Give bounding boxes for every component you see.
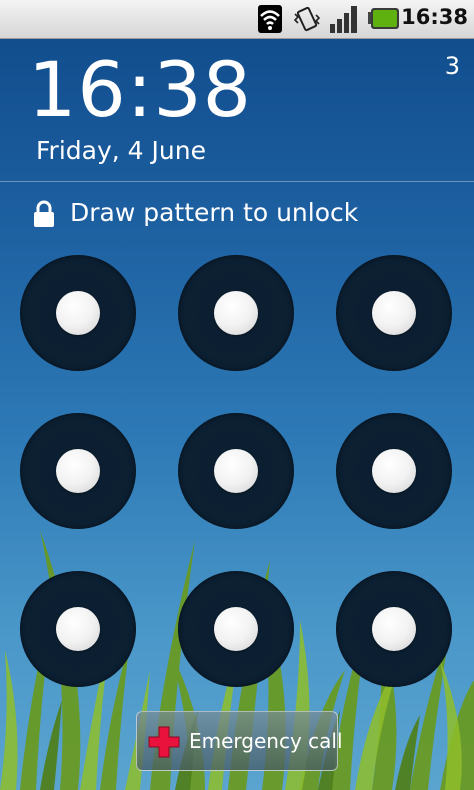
vibrate-icon: [293, 6, 321, 32]
emergency-call-label: Emergency call: [189, 729, 343, 753]
lock-icon: [34, 200, 54, 227]
pattern-dot-center: [56, 607, 100, 651]
pattern-dot-2[interactable]: [178, 255, 294, 371]
pattern-dot-6[interactable]: [336, 413, 452, 529]
lock-date: Friday, 4 June: [36, 136, 206, 165]
pattern-dot-center: [372, 449, 416, 493]
pattern-dot-center: [214, 607, 258, 651]
pattern-dot-center: [56, 291, 100, 335]
pattern-dot-center: [372, 607, 416, 651]
status-bar: 16:38: [0, 0, 474, 39]
pattern-dot-3[interactable]: [336, 255, 452, 371]
pattern-dot-7[interactable]: [20, 571, 136, 687]
status-bar-time: 16:38: [401, 5, 468, 29]
notification-count: 3: [444, 52, 460, 80]
instruction-text: Draw pattern to unlock: [70, 198, 359, 227]
pattern-dot-9[interactable]: [336, 571, 452, 687]
lock-clock: 16:38: [28, 45, 253, 134]
emergency-call-button[interactable]: Emergency call: [136, 711, 343, 771]
pattern-dot-center: [56, 449, 100, 493]
pattern-dot-1[interactable]: [20, 255, 136, 371]
pattern-dot-5[interactable]: [178, 413, 294, 529]
pattern-dot-center: [214, 449, 258, 493]
signal-icon: [330, 6, 357, 33]
emergency-cross-icon: [148, 726, 180, 758]
wifi-icon: [258, 5, 282, 33]
pattern-dot-center: [372, 291, 416, 335]
battery-icon: [368, 8, 399, 29]
pattern-dot-4[interactable]: [20, 413, 136, 529]
pattern-dot-8[interactable]: [178, 571, 294, 687]
divider: [0, 181, 474, 182]
pattern-dot-center: [214, 291, 258, 335]
